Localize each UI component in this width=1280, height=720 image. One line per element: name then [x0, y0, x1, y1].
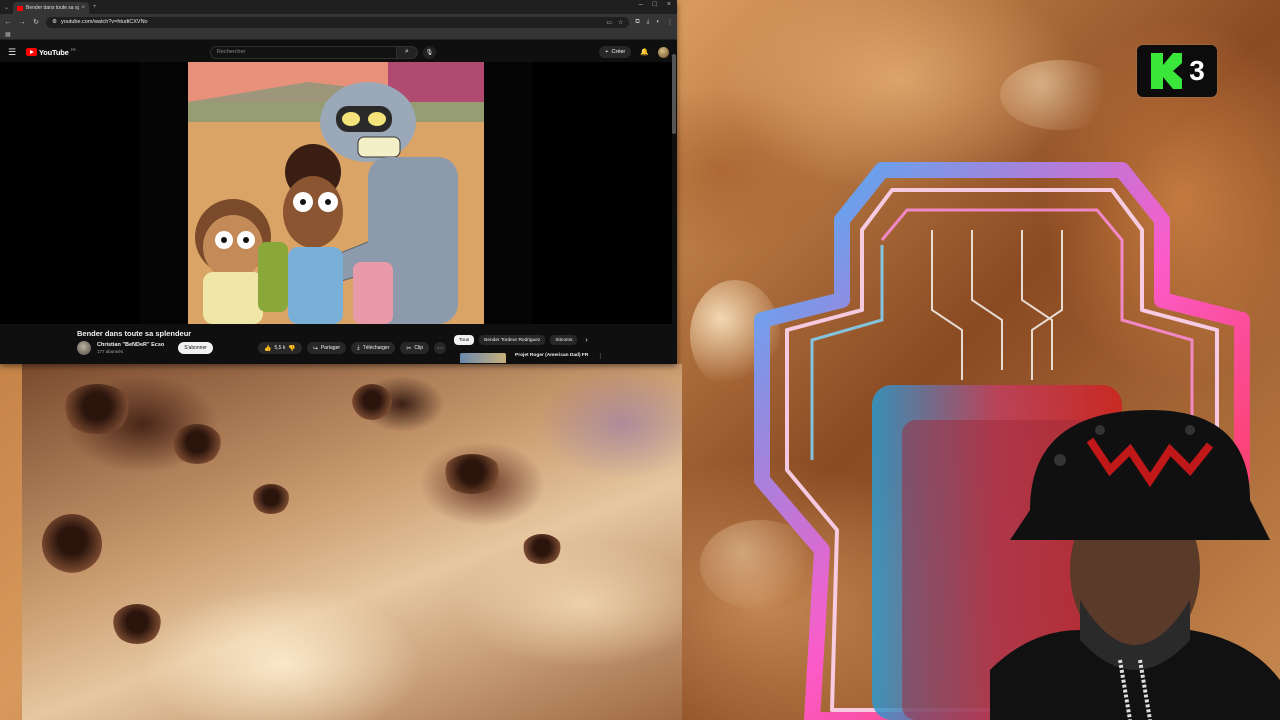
chip-all[interactable]: Tous [454, 335, 475, 345]
address-bar[interactable]: ⚙ youtube.com/watch?v=htudiCXVNo ▭ ☆ [46, 16, 630, 28]
forward-icon[interactable]: → [18, 19, 26, 26]
clip-button[interactable]: ✂ Clip [400, 342, 430, 354]
cast-icon[interactable]: ▭ [606, 19, 612, 26]
reload-icon[interactable]: ↻ [32, 18, 40, 26]
k-logo-icon [1151, 53, 1183, 89]
recommended-title: Projet Roger (American Dad) FR [515, 353, 589, 358]
subscriber-count: 177 abonnés [97, 349, 124, 354]
tab-title: Bender dans toute sa splen [26, 5, 78, 11]
tab-youtube[interactable]: Bender dans toute sa splen × [13, 2, 90, 14]
download-button[interactable]: ⤓ Télécharger [351, 342, 396, 354]
channel-avatar[interactable] [77, 341, 91, 355]
channel-name[interactable]: Christian "BeNDeR" Ecso [97, 342, 164, 348]
webcam-streamer [990, 410, 1280, 720]
recommended-video[interactable]: Projet Roger (American Dad) FR ⋮ [460, 353, 603, 363]
subscribe-button[interactable]: S'abonner [178, 342, 213, 354]
more-actions-icon[interactable]: ⋯ [434, 342, 447, 354]
downloads-icon[interactable]: ⤓ [647, 19, 650, 26]
organic-artwork [22, 364, 682, 720]
video-info: Bender dans toute sa splendeur Christian… [0, 324, 672, 364]
back-icon[interactable]: ← [4, 19, 12, 26]
scissors-icon: ✂ [406, 345, 412, 352]
like-count: 5,5 k [274, 345, 286, 351]
video-frame[interactable] [188, 62, 484, 324]
site-info-icon[interactable]: ⚙ [52, 19, 57, 25]
create-button[interactable]: + Créer [599, 46, 632, 58]
tab-search-icon[interactable]: ⌄ [4, 4, 9, 11]
video-title: Bender dans toute sa splendeur [77, 329, 192, 338]
youtube-logo[interactable]: YouTube FR [26, 47, 76, 57]
scrollbar-thumb[interactable] [672, 54, 676, 134]
hamburger-icon[interactable]: ☰ [8, 47, 18, 58]
apps-grid-icon[interactable]: ▦ [5, 31, 11, 38]
channel-logo: 3 [1137, 45, 1217, 97]
user-avatar[interactable] [658, 46, 669, 58]
recommended-thumbnail [460, 353, 506, 363]
maximize-icon[interactable]: □ [653, 1, 657, 8]
close-tab-icon[interactable]: × [82, 5, 86, 11]
thumbs-up-icon: 👍 [264, 345, 272, 352]
create-label: Créer [611, 49, 626, 55]
chip-sitcoms[interactable]: Sitcoms [550, 335, 578, 345]
close-window-icon[interactable]: × [667, 1, 671, 8]
share-icon: ↪ [312, 345, 318, 352]
browser-menu-icon[interactable]: ⋮ [667, 19, 673, 26]
browser-toolbar: ← → ↻ ⚙ youtube.com/watch?v=htudiCXVNo ▭… [0, 14, 677, 30]
page-scrollbar[interactable] [672, 44, 676, 364]
channel-logo-number: 3 [1189, 55, 1205, 86]
clip-label: Clip [414, 345, 424, 351]
country-code: FR [70, 47, 76, 52]
related-chips: Tous Bender Tordeur Rodriguez Sitcoms › [454, 335, 588, 345]
new-tab-icon[interactable]: + [93, 4, 97, 10]
chevron-right-icon[interactable]: › [585, 337, 587, 344]
profile-icon[interactable]: ◐ [656, 19, 660, 26]
search-icon[interactable]: ⌕ [395, 45, 418, 59]
like-button[interactable]: 👍 5,5 k 👎 [258, 342, 302, 354]
youtube-play-icon [26, 48, 37, 56]
bubble-shape [1000, 60, 1120, 130]
share-label: Partager [320, 345, 341, 351]
bookmarks-bar: ▦ [0, 30, 677, 40]
thumbs-down-icon[interactable]: 👎 [288, 345, 295, 352]
share-button[interactable]: ↪ Partager [306, 342, 347, 354]
tab-strip: ⌄ Bender dans toute sa splen × + – □ × [0, 0, 677, 14]
recommended-more-icon[interactable]: ⋮ [597, 353, 603, 360]
download-icon: ⤓ [357, 344, 360, 351]
download-label: Télécharger [362, 345, 390, 351]
plus-icon: + [605, 49, 609, 55]
mic-icon[interactable]: 🎙 [422, 45, 436, 59]
extensions-icon[interactable]: ⧉ [635, 19, 639, 26]
youtube-wordmark: YouTube [39, 47, 69, 57]
youtube-header: ☰ YouTube FR Rechercher ⌕ 🎙 + Créer 🔔 [0, 40, 677, 64]
youtube-favicon-icon [17, 5, 24, 11]
search-input[interactable]: Rechercher [209, 45, 396, 59]
bookmark-star-icon[interactable]: ☆ [618, 19, 623, 26]
chip-bender[interactable]: Bender Tordeur Rodriguez [479, 335, 546, 345]
browser-window: ⌄ Bender dans toute sa splen × + – □ × ←… [0, 0, 677, 364]
minimize-icon[interactable]: – [639, 1, 643, 8]
channel-row: Christian "BeNDeR" Ecso 177 abonnés S'ab… [77, 341, 213, 355]
bell-icon[interactable]: 🔔 [640, 48, 649, 56]
video-actions: 👍 5,5 k 👎 ↪ Partager ⤓ Télécharger ✂ Cli… [258, 342, 447, 354]
url-text: youtube.com/watch?v=htudiCXVNo [60, 19, 148, 25]
